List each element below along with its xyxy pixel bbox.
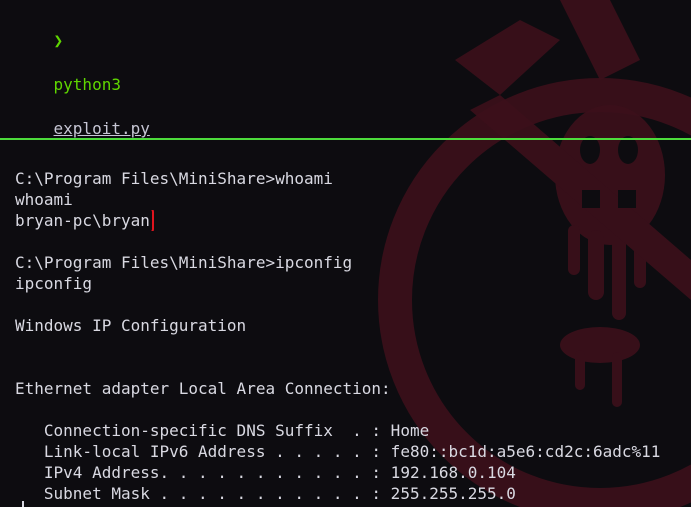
output-line-text: Link-local IPv6 Address . . . . . : fe80… — [15, 442, 661, 461]
terminal-window[interactable]: ❯ python3 exploit.py C:\Program Files\Mi… — [0, 0, 691, 507]
output-line: C:\Program Files\MiniShare>ipconfig — [15, 252, 691, 273]
output-line-text: ipconfig — [15, 274, 93, 293]
output-line: whoami — [15, 189, 691, 210]
output-line: ipconfig — [15, 273, 691, 294]
output-line: Windows IP Configuration — [15, 315, 691, 336]
output-line-text: C:\Program Files\MiniShare>ipconfig — [15, 253, 353, 272]
output-line-text: Windows IP Configuration — [15, 316, 247, 335]
output-line-text: Connection-specific DNS Suffix . : Home — [15, 421, 430, 440]
output-line-text: IPv4 Address. . . . . . . . . . . : 192.… — [15, 463, 516, 482]
output-line: Link-local IPv6 Address . . . . . : fe80… — [15, 441, 691, 462]
output-line-text: whoami — [15, 190, 73, 209]
output-line: Subnet Mask . . . . . . . . . . . : 255.… — [15, 483, 691, 504]
prompt-command: python3 — [53, 75, 121, 94]
output-line: bryan-pc\bryan — [15, 210, 691, 231]
highlighted-username: bryan-pc\bryan — [15, 210, 154, 231]
output-line: IPv4 Address. . . . . . . . . . . : 192.… — [15, 462, 691, 483]
output-line-text: C:\Program Files\MiniShare>whoami — [15, 169, 333, 188]
terminal-cursor — [22, 501, 24, 507]
prompt-argument: exploit.py — [53, 119, 150, 138]
pane-divider — [0, 138, 691, 140]
output-line: Ethernet adapter Local Area Connection: — [15, 378, 691, 399]
prompt-arrow-icon: ❯ — [53, 31, 64, 50]
terminal-output: C:\Program Files\MiniShare>whoami whoami b… — [15, 168, 691, 504]
shell-prompt: ❯ python3 exploit.py — [15, 8, 150, 138]
output-line-text: Ethernet adapter Local Area Connection: — [15, 379, 391, 398]
output-line: C:\Program Files\MiniShare>whoami — [15, 168, 691, 189]
output-line-text: Subnet Mask . . . . . . . . . . . : 255.… — [15, 484, 516, 503]
output-line: Connection-specific DNS Suffix . : Home — [15, 420, 691, 441]
